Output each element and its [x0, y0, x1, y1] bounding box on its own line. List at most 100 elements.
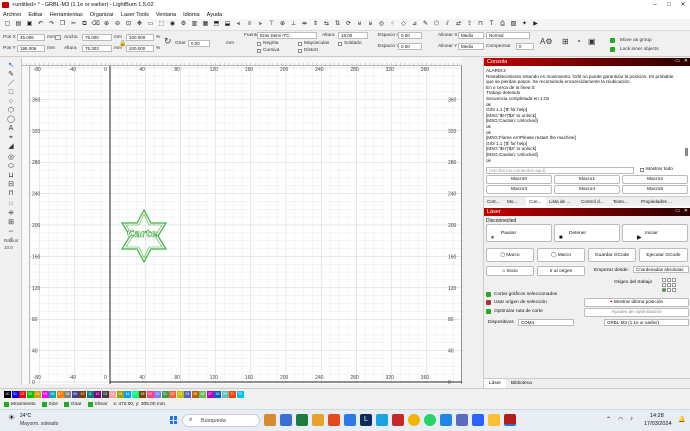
pause-button[interactable]: ⏸ Pausar — [486, 224, 552, 242]
laser-icon[interactable]: ✦ — [520, 20, 529, 29]
weld-icon[interactable]: ⊎ — [355, 20, 364, 29]
palette-swatch[interactable]: 01 — [11, 390, 19, 398]
variable-text-icon[interactable]: T — [487, 20, 496, 29]
palette-swatch[interactable]: 08 — [64, 390, 71, 398]
pan-icon[interactable]: ✥ — [135, 20, 144, 29]
lock-ratio-icon[interactable]: 🔒 — [119, 40, 126, 47]
align-left-icon[interactable]: ⫷ — [234, 20, 243, 29]
palette-swatch[interactable]: 22 — [169, 390, 176, 398]
lightburn-taskbar-icon[interactable] — [504, 414, 516, 426]
mirror-v-icon[interactable]: ⇅ — [333, 20, 342, 29]
delete-icon[interactable]: ⌫ — [91, 20, 100, 29]
palette-swatch[interactable]: 14 — [109, 390, 116, 398]
device-select[interactable]: GRBL-M3 (1.1e or earlier) — [604, 319, 689, 326]
menu-laser-tools[interactable]: Laser Tools — [121, 12, 149, 18]
palette-swatch[interactable]: 29 — [221, 390, 229, 398]
save-icon[interactable]: ▣ — [25, 20, 34, 29]
compensar-input[interactable]: 0 — [516, 43, 534, 50]
menu-idioma[interactable]: Idioma — [183, 12, 200, 18]
app-pinned-7-icon[interactable]: L — [360, 414, 372, 426]
align-top-icon[interactable]: ⊤ — [267, 20, 276, 29]
app-pinned-15-icon[interactable] — [488, 414, 500, 426]
grid-array-icon[interactable]: ⁙ — [6, 201, 16, 209]
frame2-button[interactable]: ◯ Marco — [537, 248, 585, 262]
user-origin-checkbox[interactable] — [486, 300, 491, 305]
taskbar-search[interactable]: ⌕ Búsqueda — [182, 414, 260, 427]
boolean-inter-icon[interactable]: ⊓ — [6, 190, 16, 198]
node-icon[interactable]: ◇ — [399, 20, 408, 29]
start-from-select[interactable]: Coordenadas absolutas — [633, 266, 689, 273]
palette-swatch[interactable]: 23 — [176, 390, 184, 398]
weather-temp[interactable]: 24°C — [20, 413, 31, 419]
edit-nodes-icon[interactable]: ✎ — [6, 71, 16, 79]
palette-swatch[interactable]: 04 — [34, 390, 41, 398]
laser-close-icon[interactable]: ✕ — [684, 208, 688, 214]
alinear-x-select[interactable]: Medio — [458, 32, 484, 39]
new-file-icon[interactable]: ▢ — [3, 20, 12, 29]
cut-icon[interactable]: ✂ — [69, 20, 78, 29]
align-center-icon[interactable]: ≡ — [245, 20, 254, 29]
palette-swatch[interactable]: 17 — [131, 390, 139, 398]
measure-icon[interactable]: ⊿ — [410, 20, 419, 29]
circle-tool-icon[interactable]: ◯ — [6, 116, 16, 124]
offset-tool-icon[interactable]: ◎ — [6, 154, 16, 162]
menu-organizar[interactable]: Organizar — [90, 12, 114, 18]
print-cut-icon[interactable]: ⎙ — [498, 20, 507, 29]
tab-texto[interactable]: Texto... — [610, 197, 638, 206]
scale-y-input[interactable]: 100.000 — [126, 45, 154, 52]
clock-time[interactable]: 14:28 — [650, 413, 664, 419]
macro2-button[interactable]: Macro2 — [622, 175, 688, 184]
palette-swatch[interactable]: 25 — [191, 390, 199, 398]
boolean-diff-icon[interactable]: ⊟ — [6, 181, 16, 189]
boolean-icon[interactable]: ⊍ — [366, 20, 375, 29]
minimize-icon[interactable]: – — [648, 0, 662, 10]
palette-swatch[interactable]: 21 — [161, 390, 169, 398]
tab-propiedades[interactable]: Propiedades ... — [638, 197, 683, 206]
zoom-in-icon[interactable]: ⊕ — [102, 20, 111, 29]
tab-mover[interactable]: Mo... — [504, 197, 526, 206]
app-pinned-8-icon[interactable] — [376, 414, 388, 426]
text-tool-icon[interactable]: A — [6, 125, 16, 133]
stop-button[interactable]: ■ Detener — [554, 224, 620, 242]
trace-icon[interactable]: ✎ — [421, 20, 430, 29]
save-gcode-button[interactable]: Guardar GCode — [588, 248, 636, 262]
cursiva-checkbox[interactable] — [257, 49, 261, 53]
altura-texto-input[interactable]: 15.00 — [338, 32, 368, 39]
palette-swatch[interactable]: 02 — [19, 390, 26, 398]
group-icon[interactable]: ⬒ — [212, 20, 221, 29]
fuente-select[interactable]: Eras Demi ITC — [257, 32, 317, 39]
rectangle-tool-icon[interactable]: □ — [6, 89, 16, 97]
tab-cortes[interactable]: Cort... — [484, 197, 504, 206]
app-pinned-13-icon[interactable] — [456, 414, 468, 426]
macro1-button[interactable]: Macro1 — [554, 175, 620, 184]
palette-swatch[interactable]: 20 — [154, 390, 161, 398]
palette-swatch[interactable]: 27 — [206, 390, 214, 398]
ungroup-text-icon[interactable]: ⊞ — [562, 37, 569, 46]
radius-value[interactable]: 10.0 — [4, 245, 13, 250]
app-pinned-2-icon[interactable] — [280, 414, 292, 426]
anchor-grid-icon[interactable] — [55, 35, 61, 40]
tab-consola[interactable]: Con... — [526, 197, 546, 206]
alinear-y-select[interactable]: Medio — [458, 43, 484, 50]
boolean-union-icon[interactable]: ⊔ — [6, 172, 16, 180]
palette-swatch[interactable]: 18 — [139, 390, 146, 398]
palette-swatch[interactable]: 19 — [146, 390, 154, 398]
optimize-checkbox[interactable] — [486, 309, 491, 314]
paste-icon[interactable]: ⧉ — [80, 20, 89, 29]
run-gcode-button[interactable]: Ejecutar GCode — [639, 248, 688, 262]
scale-x-input[interactable]: 100.000 — [126, 34, 154, 41]
ungroup-icon[interactable]: ⬓ — [223, 20, 232, 29]
palette-swatch[interactable]: 11 — [86, 390, 94, 398]
zoom-fit-icon[interactable]: ⊡ — [124, 20, 133, 29]
clock-date[interactable]: 17/03/2024 — [644, 421, 672, 427]
menu-ventana[interactable]: Ventana — [156, 12, 176, 18]
pos-x-input[interactable]: 45.006 — [17, 34, 45, 41]
palette-swatch[interactable]: T2 — [236, 390, 244, 398]
port-select[interactable]: COM4 — [518, 319, 574, 326]
macro0-button[interactable]: Macro0 — [486, 175, 552, 184]
measure-tool-icon[interactable]: ◢ — [6, 143, 16, 151]
soldado-checkbox[interactable] — [338, 42, 342, 46]
palette-swatch[interactable]: 28 — [214, 390, 221, 398]
palette-swatch[interactable]: 26 — [199, 390, 206, 398]
push-icon[interactable]: ⇪ — [465, 20, 474, 29]
